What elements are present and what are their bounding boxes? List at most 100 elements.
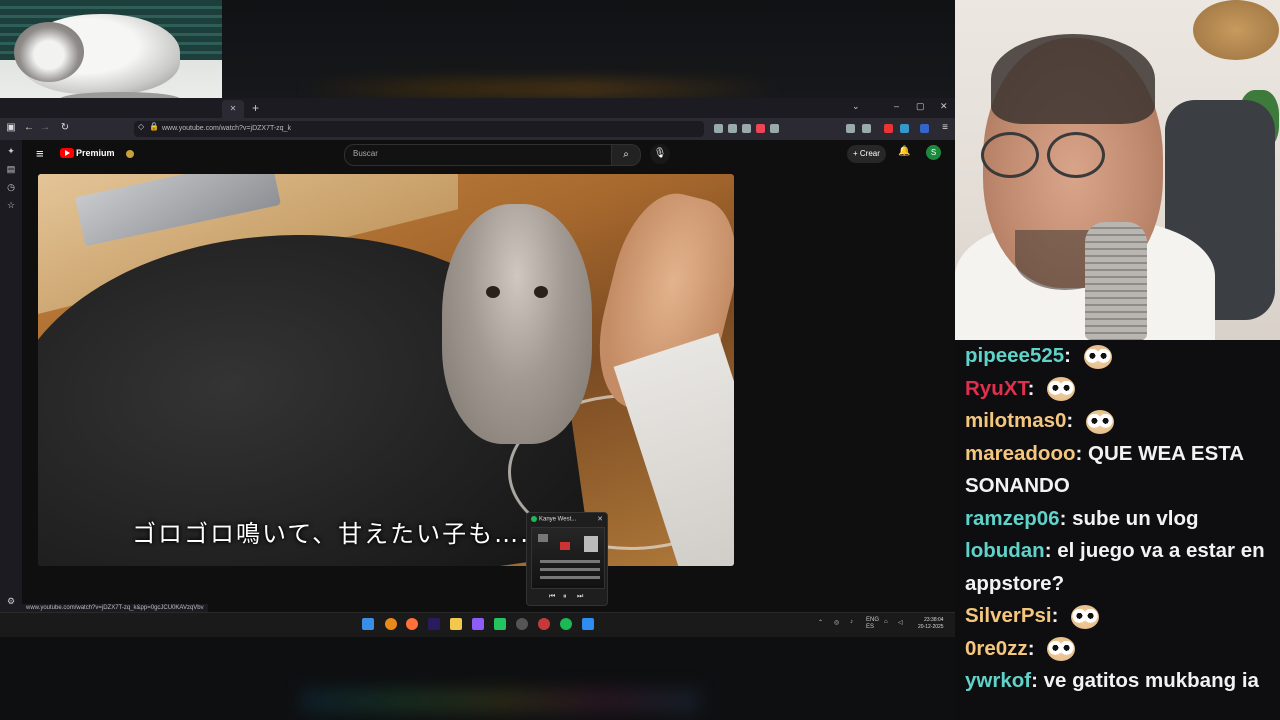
back-icon[interactable]: ← bbox=[22, 122, 36, 133]
search-input[interactable]: Buscar bbox=[344, 144, 612, 166]
chat-text: ve gatitos mukbang ia bbox=[1043, 669, 1259, 692]
spotify-icon bbox=[531, 516, 537, 522]
chat-message: lobudan: el juego va a estar en appstore… bbox=[965, 539, 1265, 595]
clock-date: 20-12-2025 bbox=[918, 624, 944, 630]
pleading-face-emote-icon bbox=[1068, 604, 1102, 629]
chat-message: ywrkof: ve gatitos mukbang ia bbox=[965, 669, 1259, 692]
chat-message: SilverPsi: bbox=[961, 600, 1274, 633]
extension-icon[interactable] bbox=[728, 124, 737, 133]
pause-icon[interactable]: ⏸ bbox=[563, 593, 567, 601]
extension-icon[interactable] bbox=[756, 124, 765, 133]
chat-username[interactable]: SilverPsi bbox=[965, 604, 1052, 627]
language-code: ENG bbox=[866, 617, 880, 623]
youtube-brand[interactable]: Premium bbox=[76, 148, 115, 158]
active-tab[interactable]: ✕ bbox=[222, 100, 244, 118]
chat-username[interactable]: lobudan bbox=[965, 539, 1045, 562]
spotify-mini-player[interactable]: Kanye West... ✕ ⏮ ⏸ ⏭ bbox=[526, 512, 608, 606]
extension-icon[interactable] bbox=[884, 124, 893, 133]
tab-list-icon[interactable]: ⌄ bbox=[852, 101, 860, 112]
premiere-icon[interactable] bbox=[428, 618, 440, 630]
microphone bbox=[1085, 222, 1147, 340]
reload-icon[interactable]: ↻ bbox=[58, 122, 72, 133]
status-url: www.youtube.com/watch?v=jDZX7T-zq_k&pp=0… bbox=[22, 604, 208, 612]
youtube-page: ≡ Premium Buscar ⌕ 🎙 + Crear 🔔 S ゴロゴロ鳴いて… bbox=[22, 140, 955, 612]
extension-icon[interactable] bbox=[900, 124, 909, 133]
clock[interactable]: 23:38:04 20-12-2025 bbox=[918, 617, 944, 631]
chat-message: 0re0zz: bbox=[961, 633, 1274, 666]
history-icon[interactable]: ◷ bbox=[6, 182, 16, 193]
next-icon[interactable]: ⏭ bbox=[577, 593, 583, 601]
maximize-button[interactable]: ▢ bbox=[916, 101, 925, 112]
address-bar[interactable]: ◇ 🔒 www.youtube.com/watch?v=jDZX7T-zq_k bbox=[134, 121, 704, 137]
start-icon[interactable] bbox=[362, 618, 374, 630]
volume-icon[interactable]: ◁ bbox=[898, 619, 903, 626]
search-placeholder: Buscar bbox=[353, 149, 378, 158]
notifications-bell-icon[interactable]: 🔔 bbox=[898, 146, 910, 157]
ai-icon[interactable]: ✦ bbox=[6, 146, 16, 157]
previous-icon[interactable]: ⏮ bbox=[549, 593, 555, 601]
app-icon[interactable] bbox=[582, 618, 594, 630]
shield-icon: ◇ bbox=[138, 122, 145, 131]
extension-icon[interactable] bbox=[862, 124, 871, 133]
video-kitten bbox=[442, 204, 592, 444]
language-indicator[interactable]: ENG ES bbox=[866, 617, 879, 631]
extension-icon[interactable] bbox=[742, 124, 751, 133]
address-text: www.youtube.com/watch?v=jDZX7T-zq_k bbox=[162, 125, 291, 132]
search-icon[interactable] bbox=[385, 618, 397, 630]
settings-icon[interactable]: ⚙ bbox=[6, 596, 16, 607]
spotify-icon[interactable] bbox=[560, 618, 572, 630]
extension-icon[interactable] bbox=[714, 124, 723, 133]
tray-icon[interactable]: ♪ bbox=[850, 619, 853, 625]
pleading-face-emote-icon bbox=[1044, 637, 1078, 662]
clock-time: 23:38:04 bbox=[924, 617, 944, 623]
close-window-button[interactable]: ✕ bbox=[940, 101, 948, 112]
sidebar-toggle-icon[interactable]: ▣ bbox=[4, 122, 18, 133]
app-icon[interactable] bbox=[472, 618, 484, 630]
app-icon[interactable] bbox=[494, 618, 506, 630]
background-taskbar-glow bbox=[300, 688, 700, 714]
tab-bar: ✕ + ⌄ – ▢ ✕ bbox=[0, 98, 955, 118]
video-player[interactable]: ゴロゴロ鳴いて、甘えたい子も…… bbox=[38, 174, 734, 566]
chat-username[interactable]: milotmas0 bbox=[965, 409, 1066, 432]
chat-username[interactable]: mareadooo bbox=[965, 442, 1076, 465]
app-icon[interactable] bbox=[538, 618, 550, 630]
menu-icon[interactable]: ≡ bbox=[938, 122, 952, 133]
chat-message: pipeee525: bbox=[961, 340, 1274, 373]
new-tab-button[interactable]: + bbox=[252, 100, 259, 116]
lock-icon: 🔒 bbox=[149, 122, 159, 131]
search-icon[interactable]: ⌕ bbox=[611, 144, 641, 166]
account-icon[interactable] bbox=[846, 124, 855, 133]
folder-icon[interactable] bbox=[450, 618, 462, 630]
chat-username[interactable]: 0re0zz bbox=[965, 637, 1028, 660]
youtube-logo-icon[interactable] bbox=[60, 148, 74, 158]
sync-icon[interactable]: ▤ bbox=[6, 164, 16, 175]
forward-icon[interactable]: → bbox=[38, 122, 52, 133]
spotify-preview bbox=[531, 527, 605, 589]
pleading-face-emote-icon bbox=[1081, 344, 1115, 369]
preview-block bbox=[540, 576, 600, 579]
avatar[interactable]: S bbox=[926, 145, 941, 160]
chat-username[interactable]: RyuXT bbox=[965, 377, 1028, 400]
close-icon[interactable]: ✕ bbox=[597, 515, 603, 523]
app-icon[interactable] bbox=[516, 618, 528, 630]
bookmarks-icon[interactable]: ☆ bbox=[6, 200, 16, 211]
tray-icon[interactable]: ◎ bbox=[834, 619, 839, 626]
extension-icon[interactable] bbox=[920, 124, 929, 133]
network-icon[interactable]: ⌂ bbox=[884, 619, 888, 625]
region-code: ES bbox=[866, 624, 875, 630]
chat-username[interactable]: ramzep06 bbox=[965, 507, 1060, 530]
microphone-icon[interactable]: 🎙 bbox=[650, 144, 670, 164]
minimize-button[interactable]: – bbox=[894, 101, 899, 111]
wall-hat bbox=[1193, 0, 1279, 60]
bookmark-star-icon[interactable] bbox=[770, 124, 779, 133]
create-button[interactable]: + Crear bbox=[847, 145, 886, 163]
browser-sidebar: ✦ ▤ ◷ ☆ ⚙ bbox=[0, 140, 22, 612]
pleading-face-emote-icon bbox=[1083, 409, 1117, 434]
chat-username[interactable]: pipeee525 bbox=[965, 344, 1064, 367]
chat-message: ramzep06: sube un vlog bbox=[965, 506, 1199, 530]
firefox-icon[interactable] bbox=[406, 618, 418, 630]
country-badge bbox=[126, 150, 134, 158]
hamburger-icon[interactable]: ≡ bbox=[36, 146, 44, 161]
tray-chevron-icon[interactable]: ⌃ bbox=[818, 619, 823, 626]
chat-username[interactable]: ywrkof bbox=[965, 669, 1031, 692]
